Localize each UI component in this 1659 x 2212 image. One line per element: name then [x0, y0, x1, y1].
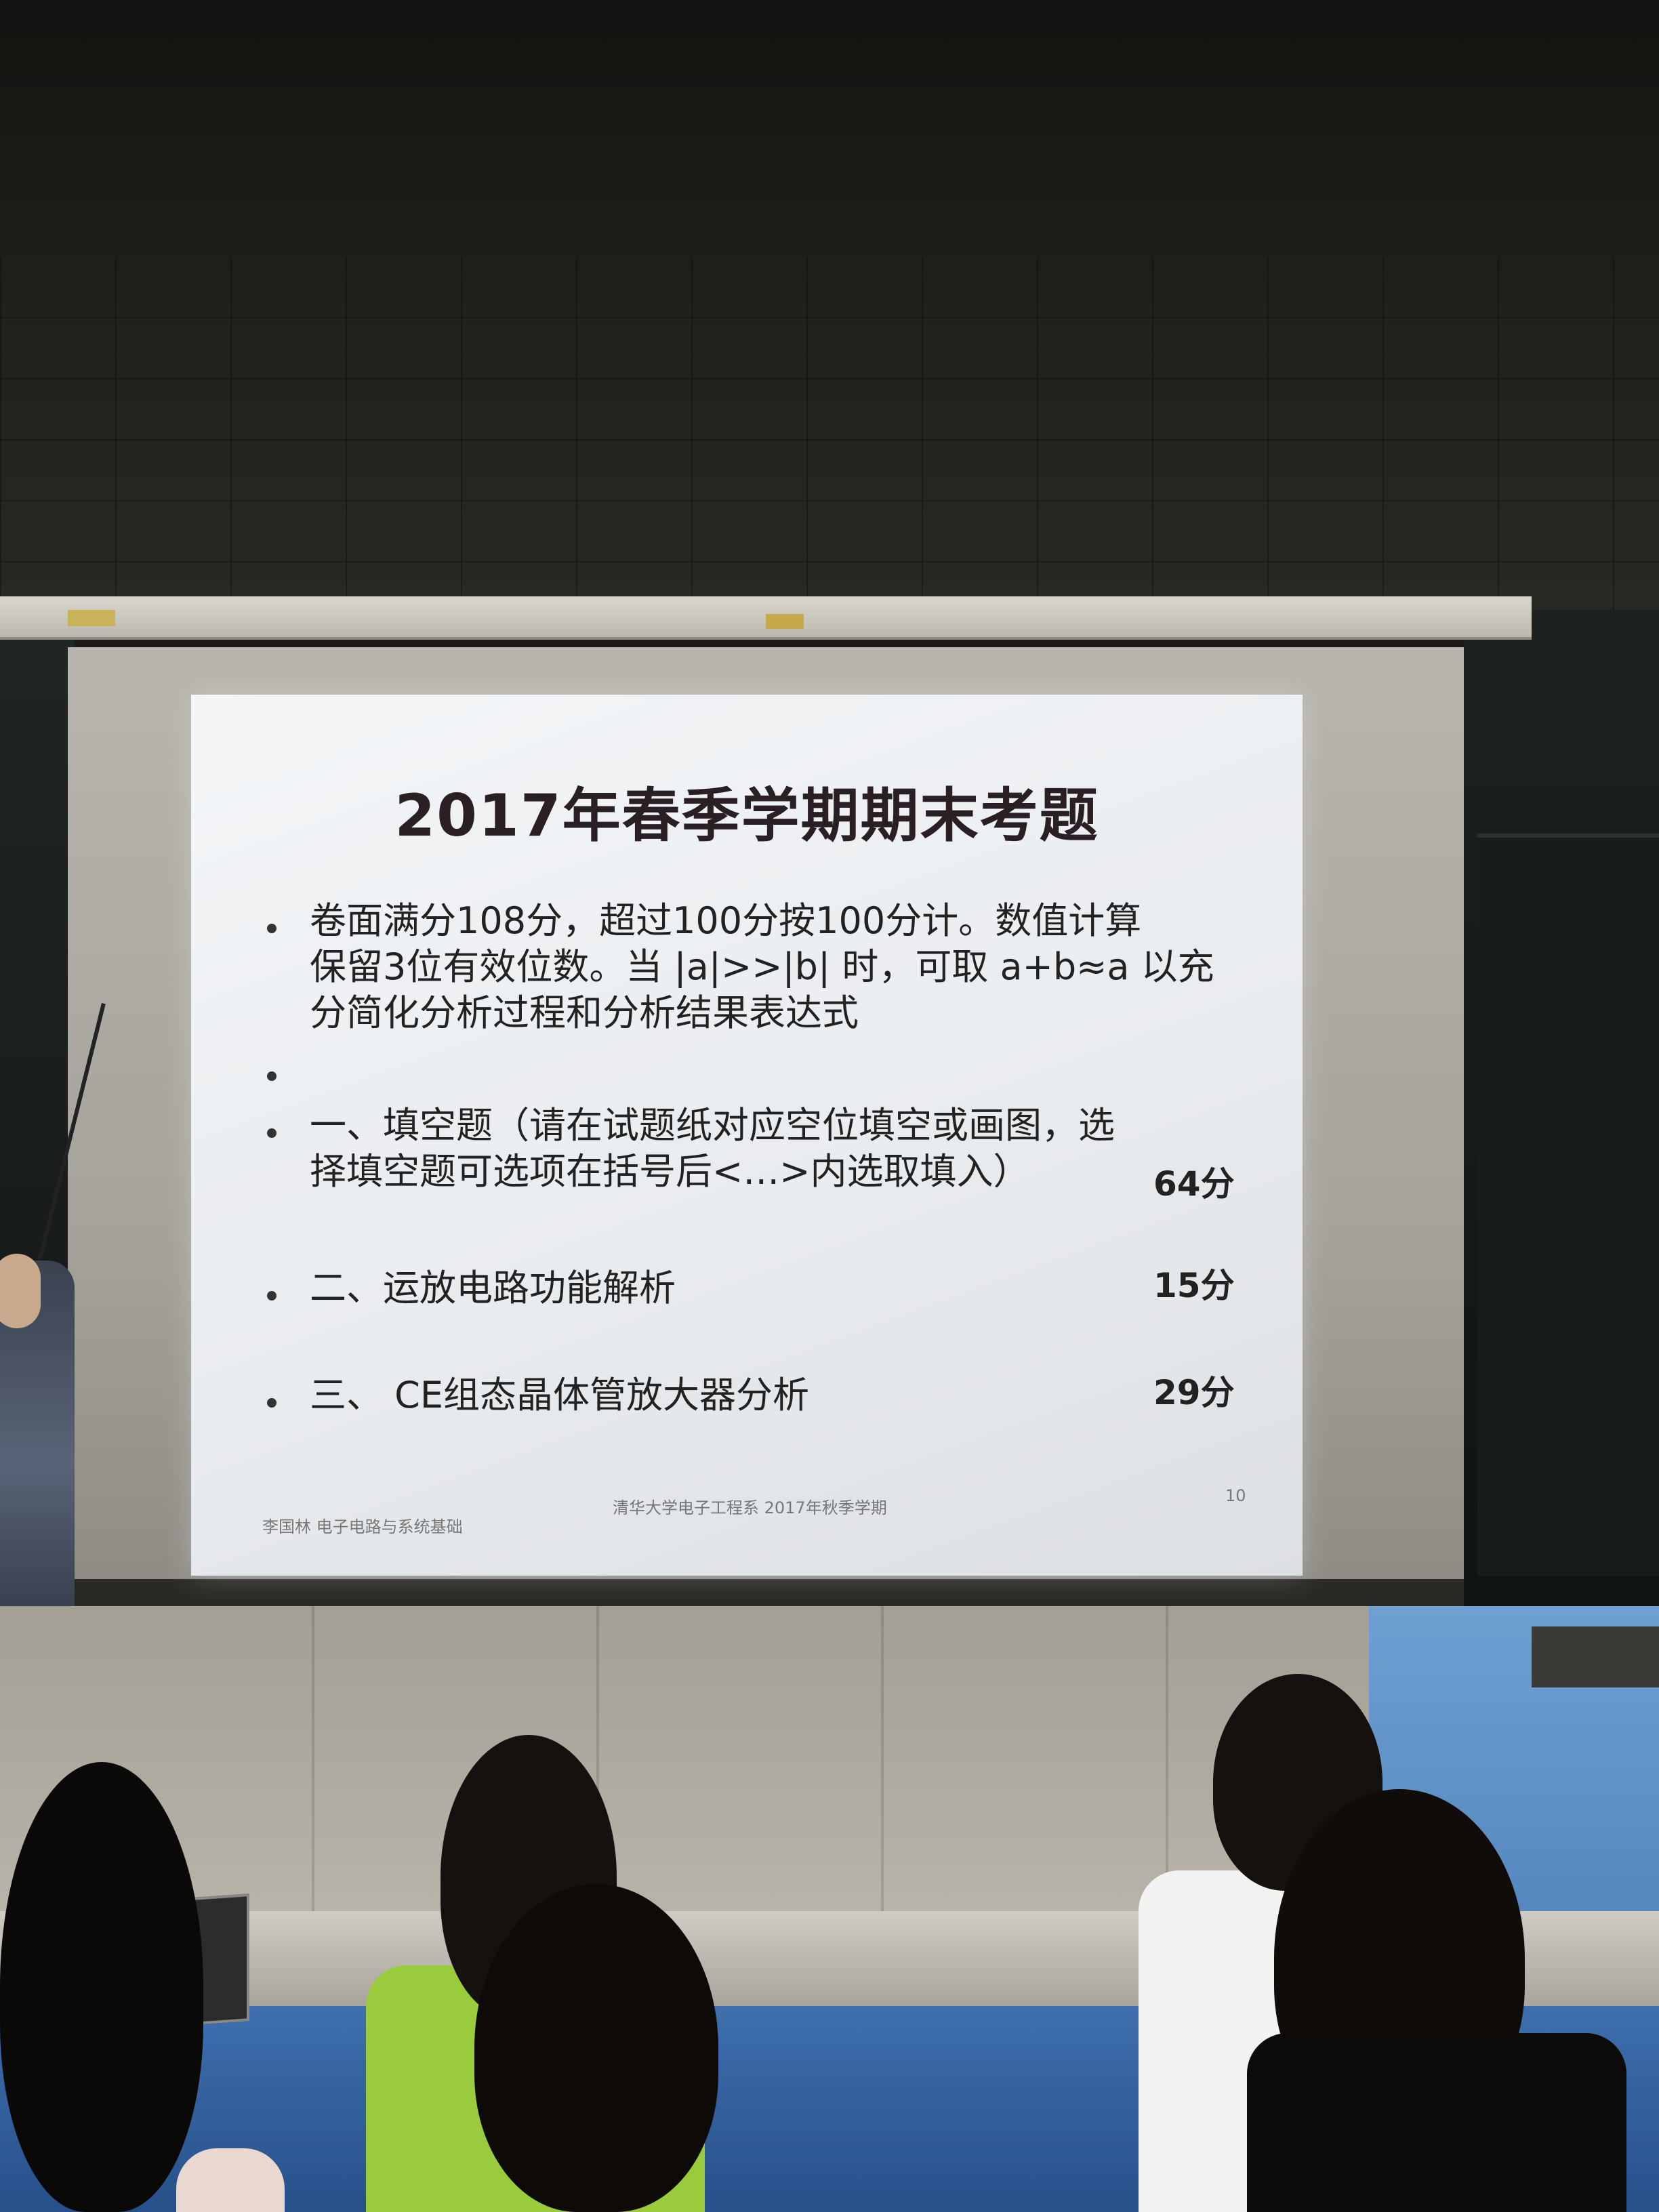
bullet-dot: [267, 924, 276, 933]
footer-author-course: 李国林 电子电路与系统基础: [262, 1517, 463, 1536]
student-head: [0, 1762, 203, 2212]
section-score: 15分: [1153, 1266, 1235, 1305]
bullet-text-line: 择填空题可选项在括号后<…>内选取填入）: [310, 1150, 1030, 1193]
bullet-text-line: 二、运放电路功能解析: [310, 1267, 676, 1309]
section-score: 64分: [1153, 1164, 1235, 1204]
bullet-dot: [267, 1128, 276, 1138]
bullet-text-line: 三、 CE组态晶体管放大器分析: [310, 1374, 809, 1416]
section-score: 29分: [1153, 1373, 1235, 1412]
lectern-sign: [1532, 1626, 1659, 1687]
ceiling-grid: [0, 258, 1659, 637]
student-body: [1247, 2033, 1626, 2212]
bullet-dot: [267, 1291, 276, 1300]
bullet-dot: [267, 1398, 276, 1408]
bullet-dot-empty: [267, 1071, 276, 1081]
student-head: [474, 1884, 718, 2212]
screen-bottom-edge: [68, 1579, 1464, 1606]
footer-page-number: 10: [1225, 1486, 1246, 1505]
chalkboard: [1477, 834, 1659, 1576]
classroom-photo: 2017年春季学期期末考题 卷面满分108分，超过100分按100分计。数值计算…: [0, 0, 1659, 2212]
housing-label-center: [766, 614, 804, 629]
projected-slide: 2017年春季学期期末考题 卷面满分108分，超过100分按100分计。数值计算…: [191, 695, 1303, 1576]
bullet-text-line: 分简化分析过程和分析结果表达式: [310, 991, 859, 1034]
slide-title: 2017年春季学期期末考题: [394, 782, 1099, 850]
bullet-text-line: 一、填空题（请在试题纸对应空位填空或画图，选: [310, 1104, 1115, 1147]
wall-seam: [881, 1606, 884, 1931]
student-body: [176, 2148, 285, 2212]
bullet-text-line: 保留3位有效位数。当 |a|>>|b| 时，可取 a+b≈a 以充: [310, 945, 1214, 988]
presenter-head: [0, 1254, 41, 1328]
housing-label: [68, 610, 115, 626]
bullet-text-line: 卷面满分108分，超过100分按100分计。数值计算: [310, 899, 1142, 942]
wall-seam: [312, 1606, 314, 1931]
footer-institution-term: 清华大学电子工程系 2017年秋季学期: [613, 1498, 887, 1517]
